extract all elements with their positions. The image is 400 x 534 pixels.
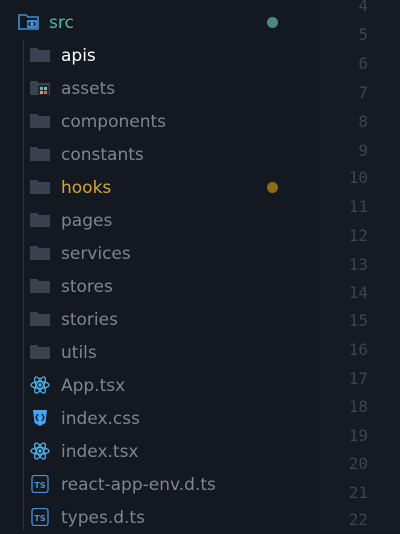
line-number: 17 <box>348 369 368 388</box>
folder-icon <box>29 310 51 328</box>
folder-assets[interactable]: assets <box>0 72 318 105</box>
file-label-react-app-env: react-app-env.d.ts <box>61 475 216 495</box>
file-label-index-css: index.css <box>61 409 140 429</box>
file-index-tsx[interactable]: index.tsx <box>0 435 318 468</box>
folder-icon <box>29 112 51 130</box>
line-number: 8 <box>358 112 368 131</box>
folder-stories[interactable]: stories <box>0 303 318 336</box>
folder-constants[interactable]: constants <box>0 138 318 171</box>
file-label-app-tsx: App.tsx <box>61 376 126 396</box>
editor-line-number-gutter: 4 5 6 7 8 9 10 11 12 13 14 15 16 17 18 1… <box>318 0 400 530</box>
folder-icon <box>29 244 51 262</box>
file-explorer: src apis assets components constants hoo… <box>0 0 318 530</box>
typescript-icon: TS <box>29 507 51 527</box>
line-number: 4 <box>358 0 368 15</box>
open-folder-src-icon <box>18 13 40 31</box>
folder-icon <box>29 46 51 64</box>
file-types-d-ts[interactable]: TS types.d.ts <box>0 501 318 534</box>
folder-pages[interactable]: pages <box>0 204 318 237</box>
line-number: 11 <box>348 197 368 216</box>
line-number: 22 <box>348 510 368 529</box>
folder-icon <box>29 211 51 229</box>
line-number: 6 <box>358 54 368 73</box>
folder-label-stories: stories <box>61 310 118 330</box>
folder-label-utils: utils <box>61 343 97 363</box>
line-number: 12 <box>348 226 368 245</box>
line-number: 20 <box>348 454 368 473</box>
folder-label-hooks: hooks <box>61 178 112 198</box>
line-number: 16 <box>348 340 368 359</box>
line-number: 9 <box>358 141 368 160</box>
folder-label-constants: constants <box>61 145 144 165</box>
line-number: 19 <box>348 426 368 445</box>
folder-label-apis: apis <box>61 46 96 66</box>
line-number: 14 <box>348 283 368 302</box>
folder-label-assets: assets <box>61 79 116 99</box>
file-react-app-env-d-ts[interactable]: TS react-app-env.d.ts <box>0 468 318 501</box>
line-number: 18 <box>348 397 368 416</box>
folder-label-pages: pages <box>61 211 113 231</box>
folder-label-components: components <box>61 112 167 132</box>
file-index-css[interactable]: index.css <box>0 402 318 435</box>
folder-utils[interactable]: utils <box>0 336 318 369</box>
folder-components[interactable]: components <box>0 105 318 138</box>
folder-label-src: src <box>49 13 74 33</box>
line-number: 13 <box>348 255 368 274</box>
folder-icon <box>29 343 51 361</box>
folder-icon <box>29 178 51 196</box>
folder-stores[interactable]: stores <box>0 270 318 303</box>
typescript-icon: TS <box>29 474 51 494</box>
react-icon <box>29 376 51 394</box>
line-number: 10 <box>348 168 368 187</box>
svg-text:TS: TS <box>34 514 45 523</box>
folder-label-stores: stores <box>61 277 113 297</box>
file-label-types-d-ts: types.d.ts <box>61 508 145 528</box>
line-number: 5 <box>358 25 368 44</box>
file-app-tsx[interactable]: App.tsx <box>0 369 318 402</box>
folder-icon <box>29 145 51 163</box>
line-number: 7 <box>358 83 368 102</box>
svg-text:TS: TS <box>34 481 45 490</box>
line-number: 15 <box>348 311 368 330</box>
folder-icon <box>29 277 51 295</box>
react-icon <box>29 442 51 460</box>
modified-indicator-src <box>267 17 278 28</box>
modified-indicator-hooks <box>267 182 278 193</box>
folder-apis[interactable]: apis <box>0 39 318 72</box>
folder-services[interactable]: services <box>0 237 318 270</box>
folder-label-services: services <box>61 244 131 264</box>
css-icon <box>29 409 51 427</box>
assets-folder-icon <box>29 79 51 97</box>
line-number: 21 <box>348 483 368 502</box>
file-label-index-tsx: index.tsx <box>61 442 139 462</box>
